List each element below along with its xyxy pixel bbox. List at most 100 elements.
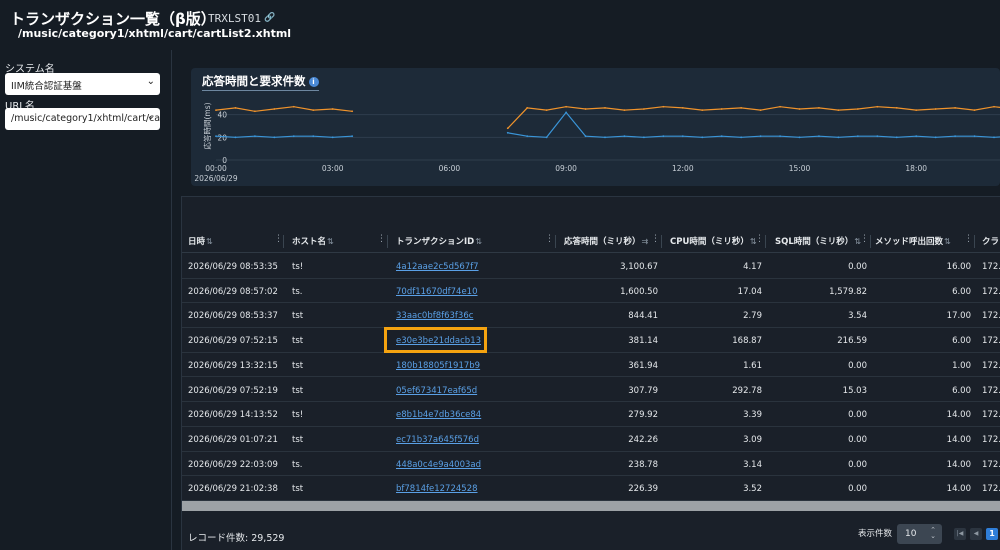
series-point: [643, 108, 645, 110]
transaction-id-link[interactable]: 180b18805f1917b9: [396, 361, 480, 371]
column-separator[interactable]: [870, 235, 871, 248]
series-point: [759, 109, 762, 112]
table-row[interactable]: 2026/06/29 07:52:15 tst e30e3be21ddacb13 38…: [182, 328, 1000, 353]
column-menu-icon[interactable]: ⋮: [860, 234, 869, 244]
sort-icon[interactable]: ⇉: [642, 237, 649, 246]
table-row[interactable]: 2026/06/29 22:03:09 ts. 448a0c4e9a4003ad 23…: [182, 452, 1000, 477]
series-point: [973, 109, 976, 112]
column-header-date[interactable]: 日時⇅: [188, 235, 213, 247]
cell-sql: 0.00: [848, 410, 867, 421]
column-header-cls[interactable]: クラ: [982, 235, 999, 247]
column-header-label: 応答時間（ミリ秒）: [564, 237, 641, 247]
x-tick-label: 12:00: [672, 164, 694, 173]
cell-calls: 6.00: [952, 336, 971, 347]
column-menu-icon[interactable]: ⋮: [274, 234, 283, 244]
x-tick-label: 03:00: [322, 164, 344, 173]
cell-host: ts.: [292, 459, 303, 470]
cell-host: tst: [292, 311, 304, 322]
column-menu-icon[interactable]: ⋮: [377, 234, 386, 244]
table-row[interactable]: 2026/06/29 21:02:38 tst bf7814fe12724528 22…: [182, 476, 1000, 501]
cell-calls: 14.00: [946, 484, 971, 495]
column-separator[interactable]: [661, 235, 662, 248]
prev-page-button[interactable]: ◀: [970, 528, 982, 540]
table-row[interactable]: 2026/06/29 08:57:02 ts. 70df11670df74e10 1,…: [182, 279, 1000, 304]
transaction-id-link[interactable]: 33aac0bf8f63f36c: [396, 311, 473, 321]
cell-resp: 238.78: [628, 459, 658, 470]
cell-sql: 15.03: [842, 385, 867, 396]
series-point: [856, 108, 859, 110]
transaction-id-link[interactable]: 4a12aae2c5d567f7: [396, 262, 479, 272]
url-path: /music/category1/xhtml/cart/cartList2.xh…: [18, 27, 292, 40]
transaction-id-link[interactable]: 05ef673417eaf65d: [396, 386, 477, 396]
cell-sql: 0.00: [848, 459, 867, 470]
column-separator[interactable]: [283, 235, 284, 248]
series-point: [215, 135, 217, 138]
series-point: [954, 106, 956, 109]
series-point: [837, 109, 840, 112]
first-page-button[interactable]: |◀: [954, 528, 966, 540]
x-tick-label: 18:00: [905, 164, 927, 173]
column-menu-icon[interactable]: ⋮: [545, 234, 554, 244]
sort-icon[interactable]: ⇅: [475, 237, 482, 246]
column-menu-icon[interactable]: ⋮: [755, 234, 764, 244]
transaction-id-link[interactable]: 70df11670df74e10: [396, 287, 478, 297]
cell-resp: 307.79: [628, 385, 658, 396]
series-point: [623, 109, 626, 112]
transaction-id-link[interactable]: 448a0c4e9a4003ad: [396, 460, 481, 470]
info-icon[interactable]: i: [308, 77, 319, 87]
column-separator[interactable]: [555, 235, 556, 248]
cell-date: 2026/06/29 08:53:35: [188, 262, 278, 272]
column-header-cpu[interactable]: CPU時間（ミリ秒）⇅: [670, 235, 757, 247]
column-separator[interactable]: [974, 235, 975, 248]
series-point: [662, 105, 665, 108]
series-point: [526, 135, 529, 138]
series-point: [973, 135, 976, 138]
transaction-id-link[interactable]: e8b1b4e7db36ce84: [396, 410, 481, 420]
sort-icon[interactable]: ⇅: [944, 237, 951, 246]
cell-host: ts!: [292, 262, 304, 272]
sort-icon[interactable]: ⇅: [327, 237, 334, 246]
table-row[interactable]: 2026/06/29 07:52:19 tst 05ef673417eaf65d 30…: [182, 378, 1000, 403]
cell-date: 2026/06/29 08:53:37: [188, 311, 278, 322]
column-header-tid[interactable]: トランザクションID⇅: [396, 235, 482, 247]
column-separator[interactable]: [387, 235, 388, 248]
transaction-id-link[interactable]: ec71b37a645f576d: [396, 435, 479, 445]
column-header-label: ホスト名: [292, 237, 327, 247]
cell-calls: 16.00: [946, 262, 971, 272]
link-icon[interactable]: 🔗: [264, 13, 275, 23]
series-point: [740, 106, 743, 109]
cell-cpu: 3.39: [743, 410, 762, 421]
series-point: [837, 136, 840, 139]
x-date-label: 2026/06/29: [194, 174, 237, 183]
table-row[interactable]: 2026/06/29 08:53:37 tst 33aac0bf8f63f36c 84…: [182, 303, 1000, 329]
column-header-resp[interactable]: 応答時間（ミリ秒）⇉: [564, 235, 648, 247]
table-row[interactable]: 2026/06/29 08:53:35 ts! 4a12aae2c5d567f7 3,…: [182, 254, 1000, 279]
column-menu-icon[interactable]: ⋮: [651, 234, 660, 244]
table-row[interactable]: 2026/06/29 14:13:52 ts! e8b1b4e7db36ce84 27…: [182, 402, 1000, 427]
system-name-select[interactable]: IIM統合認証基盤 ⌄: [5, 73, 160, 95]
column-header-host[interactable]: ホスト名⇅: [292, 235, 334, 247]
per-page-select[interactable]: 10 ⌃ ⌄: [897, 524, 942, 544]
transaction-id-link[interactable]: bf7814fe12724528: [396, 484, 478, 494]
column-header-label: クラ: [982, 237, 1000, 247]
table-header: 日時⇅ ホスト名⇅ トランザクションID⇅ 応答時間（ミリ秒）⇉ CPU時間（ミリ秒）⇅…: [182, 231, 1000, 253]
series-point: [254, 110, 256, 113]
series-point: [506, 127, 509, 130]
sort-icon[interactable]: ⇅: [206, 237, 213, 246]
series-point: [759, 135, 762, 138]
column-header-sql[interactable]: SQL時間（ミリ秒）⇅: [775, 235, 861, 247]
cell-cls: 172.1: [982, 410, 1000, 421]
series-point: [934, 136, 937, 139]
series-point: [798, 136, 801, 139]
url-name-select[interactable]: /music/category1/xhtml/cart/cartList2.xh…: [5, 108, 160, 130]
series-point: [604, 136, 606, 139]
current-page-button[interactable]: 1: [986, 528, 998, 540]
column-separator[interactable]: [765, 235, 766, 248]
series-point: [351, 135, 354, 138]
cell-cpu: 3.14: [743, 459, 762, 470]
table-row[interactable]: 2026/06/29 01:07:21 tst ec71b37a645f576d 24…: [182, 427, 1000, 452]
column-header-calls[interactable]: メソッド呼出回数⇅: [875, 235, 951, 247]
column-menu-icon[interactable]: ⋮: [964, 234, 973, 244]
horizontal-scrollbar[interactable]: [182, 501, 1000, 511]
table-row[interactable]: 2026/06/29 13:32:15 tst 180b18805f1917b9 36…: [182, 353, 1000, 378]
